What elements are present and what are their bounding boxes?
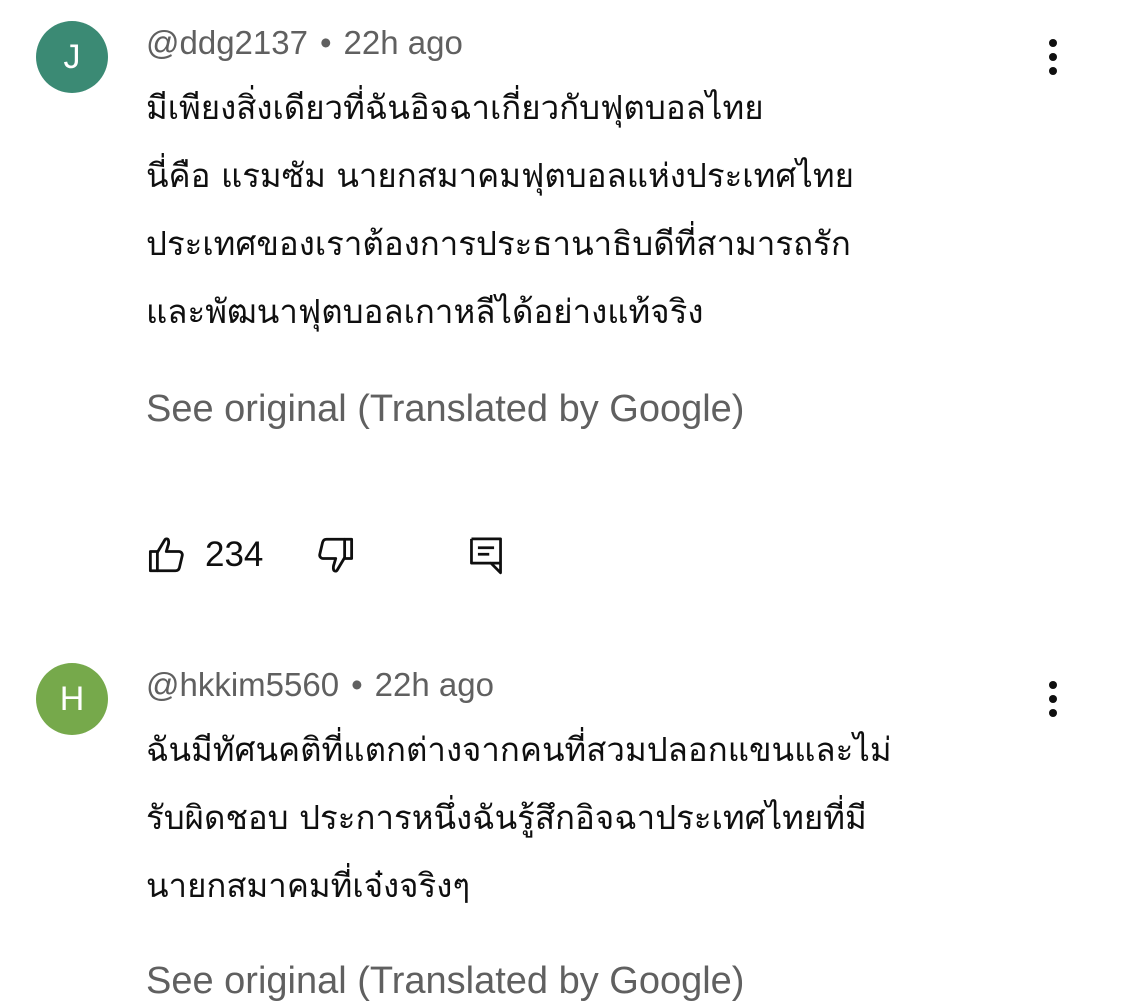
comment-line: รับผิดชอบ ประการหนึ่งฉันรู้สึกอิจฉาประเท… [146,798,867,837]
thumbs-up-icon [148,537,184,573]
reply-button[interactable] [466,530,506,580]
like-count: 234 [205,535,264,574]
comment-text: ฉันมีทัศนคติที่แตกต่างจากคนที่สวมปลอกแขน… [146,716,1046,920]
avatar[interactable]: J [36,21,108,93]
author-handle[interactable]: @ddg2137 [146,24,308,61]
comment-line: ประเทศของเราต้องการประธานาธิบดีที่สามารถ… [146,224,851,263]
avatar[interactable]: H [36,663,108,735]
comment-line: นายกสมาคมที่เจ๋งจริงๆ [146,866,471,905]
comment-text: มีเพียงสิ่งเดียวที่ฉันอิจฉาเกี่ยวกับฟุตบ… [146,74,1046,346]
comment-line: นี่คือ แรมซัม นายกสมาคมฟุตบอลแห่งประเทศไ… [146,156,854,195]
comment-hkkim5560: H @hkkim5560 • 22h ago ฉันมีทัศนคติที่แตกต… [0,640,1125,1005]
like-button[interactable] [146,530,188,580]
comment-ddg2137: J @ddg2137 • 22h ago มีเพียงสิ่งเดียวที่ฉั… [0,0,1125,620]
comments-page: J @ddg2137 • 22h ago มีเพียงสิ่งเดียวที่ฉั… [0,0,1125,1005]
comment-line: ฉันมีทัศนคติที่แตกต่างจากคนที่สวมปลอกแขน… [146,730,892,769]
meta-separator: • [351,666,363,703]
avatar-letter: H [59,680,85,718]
meta-separator: • [319,24,332,61]
author-handle[interactable]: @hkkim5560 [146,666,339,703]
comment-time: 22h ago [374,666,494,703]
thumbs-down-icon [318,537,354,573]
more-vert-icon [1049,39,1057,75]
dislike-button[interactable] [314,530,356,580]
more-vert-icon [1049,681,1057,717]
comment-actions: 234 [146,530,546,580]
comment-line: มีเพียงสิ่งเดียวที่ฉันอิจฉาเกี่ยวกับฟุตบ… [146,88,764,127]
comment-line: และพัฒนาฟุตบอลเกาหลีได้อย่างแท้จริง [146,292,704,331]
see-original-link[interactable]: See original (Translated by Google) [146,388,744,431]
comment-time: 22h ago [343,24,463,61]
comment-meta: @ddg2137 • 22h ago [146,24,463,62]
comment-meta: @hkkim5560 • 22h ago [146,666,494,704]
see-original-link[interactable]: See original (Translated by Google) [146,960,744,1003]
reply-comment-icon [470,537,502,575]
avatar-letter: J [63,38,81,76]
